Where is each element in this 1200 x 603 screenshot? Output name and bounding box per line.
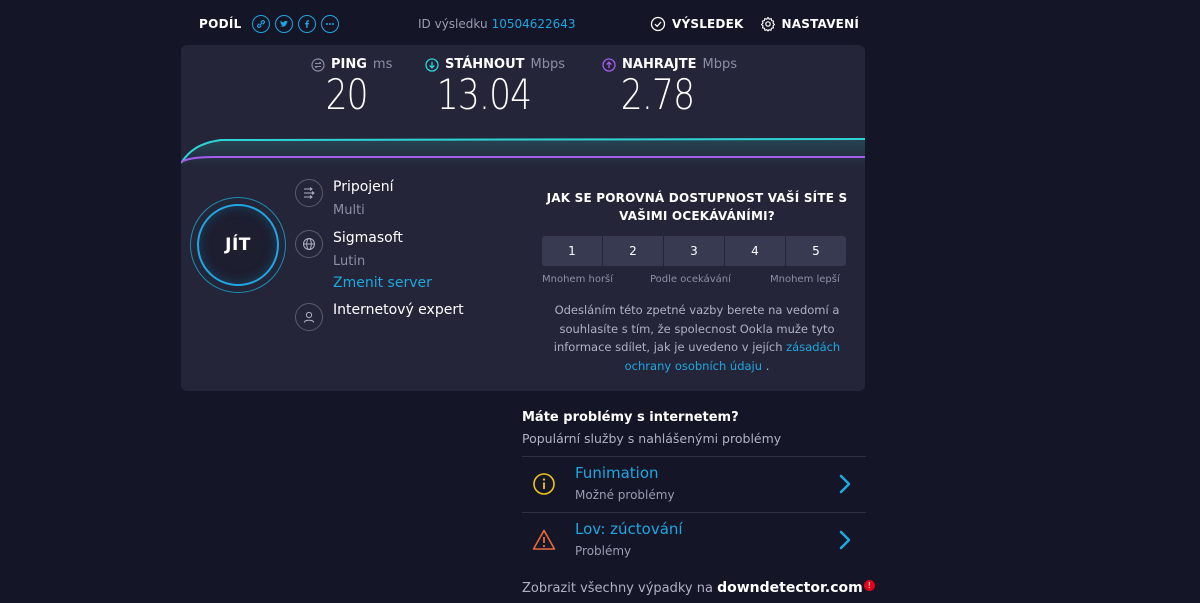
go-button[interactable]: JÍT [197,204,279,286]
all-outages-link[interactable]: Zobrazit všechny výpadky na downdetector… [522,580,875,596]
share-section: PODÍL [199,10,339,38]
disclaimer-end: . [765,358,770,373]
connections-icon [295,179,323,207]
chevron-right-icon [839,474,851,494]
problems-title: Máte problémy s internetem? [522,410,739,425]
rating-option-5[interactable]: 5 [786,236,846,266]
problem-item-lov-zuctovani[interactable]: Lov: zúctování Problémy [522,512,866,569]
ping-value: 20 [325,70,369,119]
rating-question: JAK SE POROVNÁ DOSTUPNOST VAŠÍ SÍTE S VA… [546,191,848,223]
rating-option-2[interactable]: 2 [603,236,663,266]
isp-name: Sigmasoft [333,230,403,246]
settings-button[interactable]: NASTAVENÍ [760,16,860,32]
connection-mode-toggle[interactable]: Multi [333,203,365,218]
result-id-label: ID výsledku [418,17,488,31]
internet-problems-section: Máte problémy s internetem? Populární sl… [522,410,875,596]
share-label: PODÍL [199,17,242,31]
twitter-icon[interactable] [274,15,293,33]
check-circle-icon [650,16,666,32]
top-actions: VÝSLEDEK NASTAVENÍ [650,10,859,38]
rating-option-3[interactable]: 3 [664,236,724,266]
provider-name: Internetový expert [333,302,464,318]
top-bar: PODÍL ID výsledku 10504622643 VÝSLEDEK N… [181,10,865,38]
problems-subtitle: Populární služby s nahlášenými problémy [522,431,782,446]
result-id: ID výsledku 10504622643 [418,10,576,38]
problem-service-name: Lov: zúctování [575,520,683,538]
ping-metric: PING ms 20 [311,57,392,119]
change-server-link[interactable]: Zmenit server [333,275,432,291]
rating-low-label: Mnohem horší [542,274,614,285]
speed-graph [181,138,865,167]
settings-label: NASTAVENÍ [781,17,859,31]
facebook-icon[interactable] [297,15,316,33]
downdetector-logo: downdetector.com [717,580,863,596]
upload-value: 2.78 [620,70,695,119]
results-button[interactable]: VÝSLEDEK [650,16,744,32]
user-icon [295,303,323,331]
download-value: 13.04 [436,70,532,119]
chevron-right-icon [839,530,851,550]
results-panel: PING ms 20 STÁHNOUT Mbps 13.04 NAHRAJTE … [181,45,865,391]
rating-mid-label: Podle ocekávání [650,274,731,285]
rating-scale: 1 2 3 4 5 [542,236,846,266]
connection-label: Pripojení [333,179,394,195]
upload-icon [602,57,616,72]
all-outages-text: Zobrazit všechny výpadky na [522,581,713,596]
warning-triangle-icon [532,529,556,550]
upload-metric: NAHRAJTE Mbps 2.78 [602,57,737,119]
link-icon[interactable] [251,15,270,33]
more-options-icon[interactable] [320,15,339,33]
problem-status: Problémy [575,544,632,558]
server-location: Lutin [333,254,366,269]
problem-status: Možné problémy [575,488,675,502]
result-id-link[interactable]: 10504622643 [492,17,576,31]
gear-icon [760,16,775,32]
globe-icon [295,230,323,258]
ping-icon [311,57,325,72]
rating-option-4[interactable]: 4 [725,236,785,266]
ping-unit: ms [372,57,393,72]
download-unit: Mbps [530,57,566,72]
info-circle-icon [533,473,555,495]
downdetector-badge-icon: ! [863,580,875,591]
rating-option-1[interactable]: 1 [542,236,602,266]
feedback-disclaimer: Odesláním této zpetné vazby berete na ve… [537,301,857,375]
results-label: VÝSLEDEK [671,17,744,31]
upload-unit: Mbps [702,57,737,72]
problem-item-funimation[interactable]: Funimation Možné problémy [522,456,866,513]
download-metric: STÁHNOUT Mbps 13.04 [425,57,565,119]
rating-high-label: Mnohem lepší [770,274,840,285]
problem-service-name: Funimation [575,464,659,482]
